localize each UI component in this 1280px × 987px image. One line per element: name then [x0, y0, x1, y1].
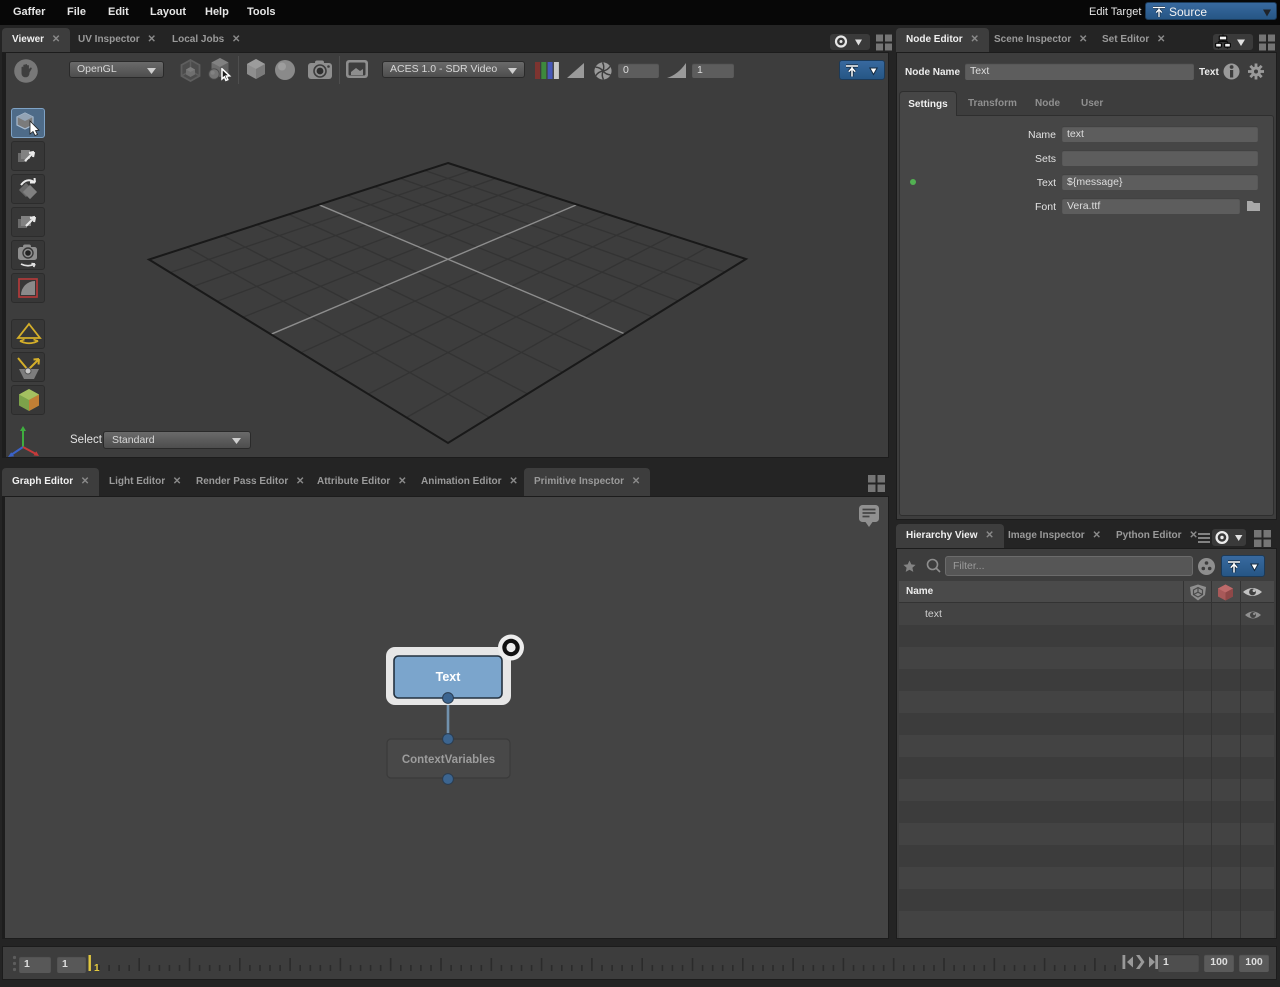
svg-text:1: 1 [94, 963, 100, 974]
svg-text:Text: Text [436, 670, 462, 684]
svg-text:ContextVariables: ContextVariables [402, 754, 495, 766]
